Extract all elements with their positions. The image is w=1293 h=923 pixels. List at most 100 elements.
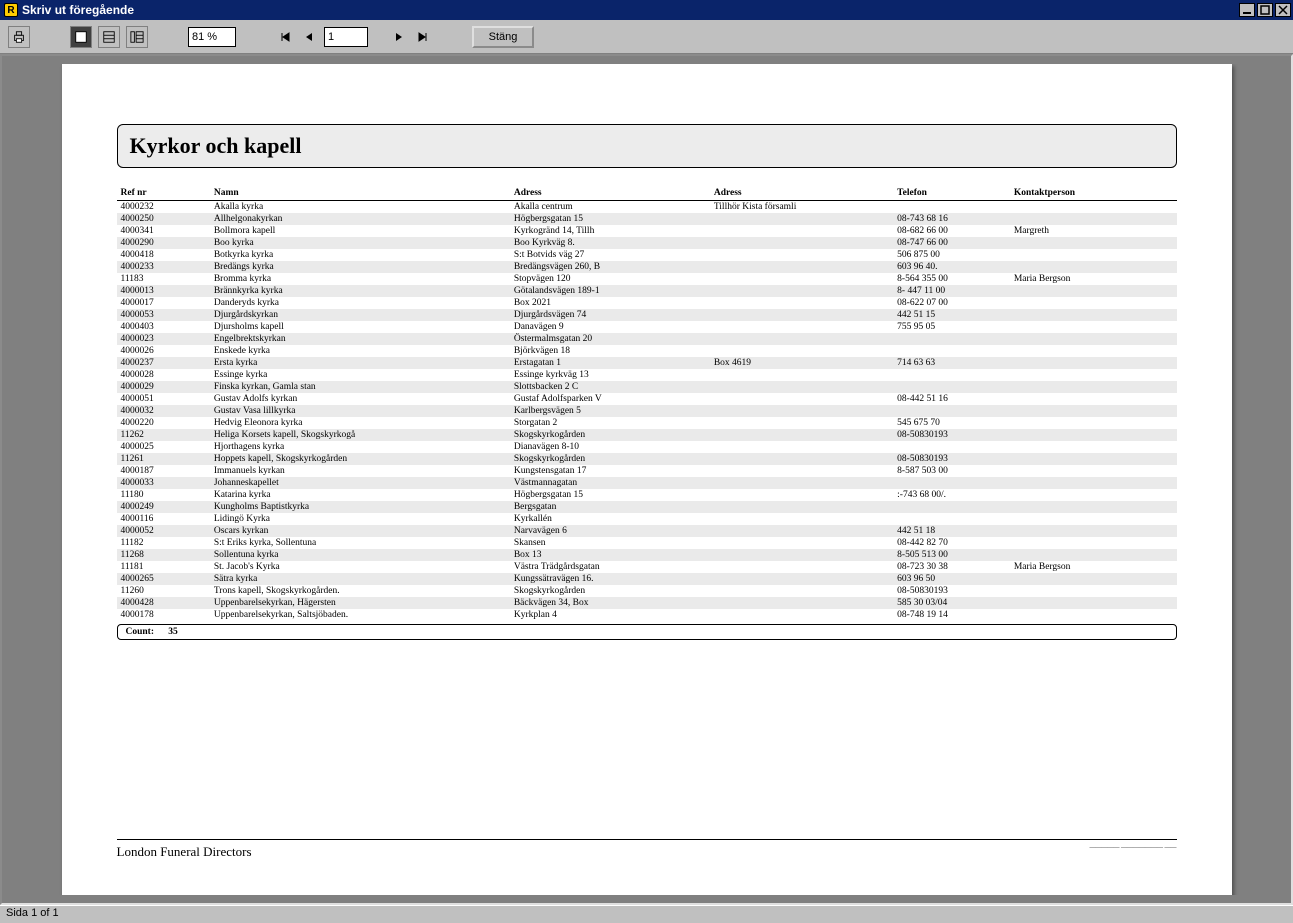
- cell-adr2: Tillhör Kista församli: [710, 201, 893, 214]
- table-row: 4000116Lidingö KyrkaKyrkallén: [117, 513, 1177, 525]
- cell-namn: Immanuels kyrkan: [210, 465, 510, 477]
- cell-kont: [1010, 489, 1177, 501]
- table-row: 4000178Uppenbarelsekyrkan, Saltsjöbaden.…: [117, 609, 1177, 621]
- cell-adr1: Kyrkogränd 14, Tillh: [510, 225, 710, 237]
- cell-adr1: Skogskyrkogården: [510, 453, 710, 465]
- cell-adr2: [710, 393, 893, 405]
- cell-kont: [1010, 237, 1177, 249]
- col-adr1-header: Adress: [510, 186, 710, 201]
- cell-tel: 603 96 40.: [893, 261, 1010, 273]
- cell-adr2: [710, 513, 893, 525]
- cell-namn: Djursholms kapell: [210, 321, 510, 333]
- cell-adr1: Akalla centrum: [510, 201, 710, 214]
- cell-kont: [1010, 357, 1177, 369]
- cell-kont: [1010, 285, 1177, 297]
- cell-adr1: Björkvägen 18: [510, 345, 710, 357]
- cell-ref: 4000418: [117, 249, 210, 261]
- cell-tel: [893, 345, 1010, 357]
- print-button[interactable]: [8, 26, 30, 48]
- statusbar: Sida 1 of 1: [0, 905, 1293, 923]
- table-row: 11260Trons kapell, Skogskyrkogården.Skog…: [117, 585, 1177, 597]
- cell-tel: 08-442 82 70: [893, 537, 1010, 549]
- cell-adr1: Kyrkallén: [510, 513, 710, 525]
- table-row: 11262Heliga Korsets kapell, Skogskyrkogå…: [117, 429, 1177, 441]
- view-mode-2-button[interactable]: [98, 26, 120, 48]
- cell-namn: Bromma kyrka: [210, 273, 510, 285]
- cell-tel: 8-505 513 00: [893, 549, 1010, 561]
- cell-adr1: Skogskyrkogården: [510, 429, 710, 441]
- cell-kont: [1010, 477, 1177, 489]
- next-page-button[interactable]: [390, 28, 408, 46]
- cell-ref: 4000029: [117, 381, 210, 393]
- cell-tel: 08-747 66 00: [893, 237, 1010, 249]
- table-row: 4000051Gustav Adolfs kyrkanGustaf Adolfs…: [117, 393, 1177, 405]
- cell-adr2: [710, 285, 893, 297]
- cell-tel: 442 51 15: [893, 309, 1010, 321]
- cell-tel: 714 63 63: [893, 357, 1010, 369]
- cell-tel: [893, 501, 1010, 513]
- cell-kont: Maria Bergson: [1010, 561, 1177, 573]
- cell-adr2: [710, 525, 893, 537]
- cell-adr1: Västra Trädgårdsgatan: [510, 561, 710, 573]
- cell-ref: 4000116: [117, 513, 210, 525]
- table-row: 4000032Gustav Vasa lillkyrkaKarlbergsväg…: [117, 405, 1177, 417]
- cell-kont: [1010, 453, 1177, 465]
- view-mode-1-button[interactable]: [70, 26, 92, 48]
- cell-adr1: Kungstensgatan 17: [510, 465, 710, 477]
- cell-namn: Trons kapell, Skogskyrkogården.: [210, 585, 510, 597]
- cell-adr2: [710, 441, 893, 453]
- view-mode-3-button[interactable]: [126, 26, 148, 48]
- minimize-button[interactable]: [1239, 3, 1255, 17]
- cell-namn: Enskede kyrka: [210, 345, 510, 357]
- cell-adr2: [710, 465, 893, 477]
- cell-ref: 4000017: [117, 297, 210, 309]
- cell-namn: Akalla kyrka: [210, 201, 510, 214]
- cell-namn: Uppenbarelsekyrkan, Saltsjöbaden.: [210, 609, 510, 621]
- table-row: 4000233Bredängs kyrkaBredängsvägen 260, …: [117, 261, 1177, 273]
- first-page-button[interactable]: [276, 28, 294, 46]
- cell-tel: 08-743 68 16: [893, 213, 1010, 225]
- cell-ref: 4000237: [117, 357, 210, 369]
- table-row: 4000013Brännkyrka kyrkaGötalandsvägen 18…: [117, 285, 1177, 297]
- cell-ref: 4000220: [117, 417, 210, 429]
- cell-adr1: Stopvägen 120: [510, 273, 710, 285]
- cell-namn: Danderyds kyrka: [210, 297, 510, 309]
- cell-kont: [1010, 537, 1177, 549]
- table-row: 4000017Danderyds kyrkaBox 202108-622 07 …: [117, 297, 1177, 309]
- cell-adr2: [710, 597, 893, 609]
- cell-tel: 08-50830193: [893, 585, 1010, 597]
- cell-adr1: Storgatan 2: [510, 417, 710, 429]
- cell-ref: 11261: [117, 453, 210, 465]
- col-tel-header: Telefon: [893, 186, 1010, 201]
- cell-adr1: Östermalmsgatan 20: [510, 333, 710, 345]
- cell-adr2: [710, 609, 893, 621]
- cell-kont: [1010, 465, 1177, 477]
- cell-ref: 4000265: [117, 573, 210, 585]
- cell-tel: 585 30 03/04: [893, 597, 1010, 609]
- cell-tel: 08-442 51 16: [893, 393, 1010, 405]
- table-row: 11182S:t Eriks kyrka, SollentunaSkansen0…: [117, 537, 1177, 549]
- last-page-button[interactable]: [414, 28, 432, 46]
- close-report-button[interactable]: Stäng: [472, 26, 534, 48]
- page-number-input[interactable]: [324, 27, 368, 47]
- table-row: 11268Sollentuna kyrkaBox 138-505 513 00: [117, 549, 1177, 561]
- cell-kont: [1010, 345, 1177, 357]
- cell-tel: 08-748 19 14: [893, 609, 1010, 621]
- cell-adr2: [710, 369, 893, 381]
- status-text: Sida 1 of 1: [6, 907, 59, 919]
- cell-adr1: Boo Kyrkväg 8.: [510, 237, 710, 249]
- cell-tel: :-743 68 00/.: [893, 489, 1010, 501]
- zoom-input[interactable]: [188, 27, 236, 47]
- cell-adr2: [710, 249, 893, 261]
- cell-adr1: Box 2021: [510, 297, 710, 309]
- cell-kont: [1010, 309, 1177, 321]
- maximize-button[interactable]: [1257, 3, 1273, 17]
- close-button[interactable]: [1275, 3, 1291, 17]
- prev-page-button[interactable]: [300, 28, 318, 46]
- table-row: 4000237Ersta kyrkaErstagatan 1Box 461971…: [117, 357, 1177, 369]
- cell-adr1: Erstagatan 1: [510, 357, 710, 369]
- cell-ref: 11182: [117, 537, 210, 549]
- cell-adr2: [710, 309, 893, 321]
- cell-namn: Kungholms Baptistkyrka: [210, 501, 510, 513]
- cell-namn: Hoppets kapell, Skogskyrkogården: [210, 453, 510, 465]
